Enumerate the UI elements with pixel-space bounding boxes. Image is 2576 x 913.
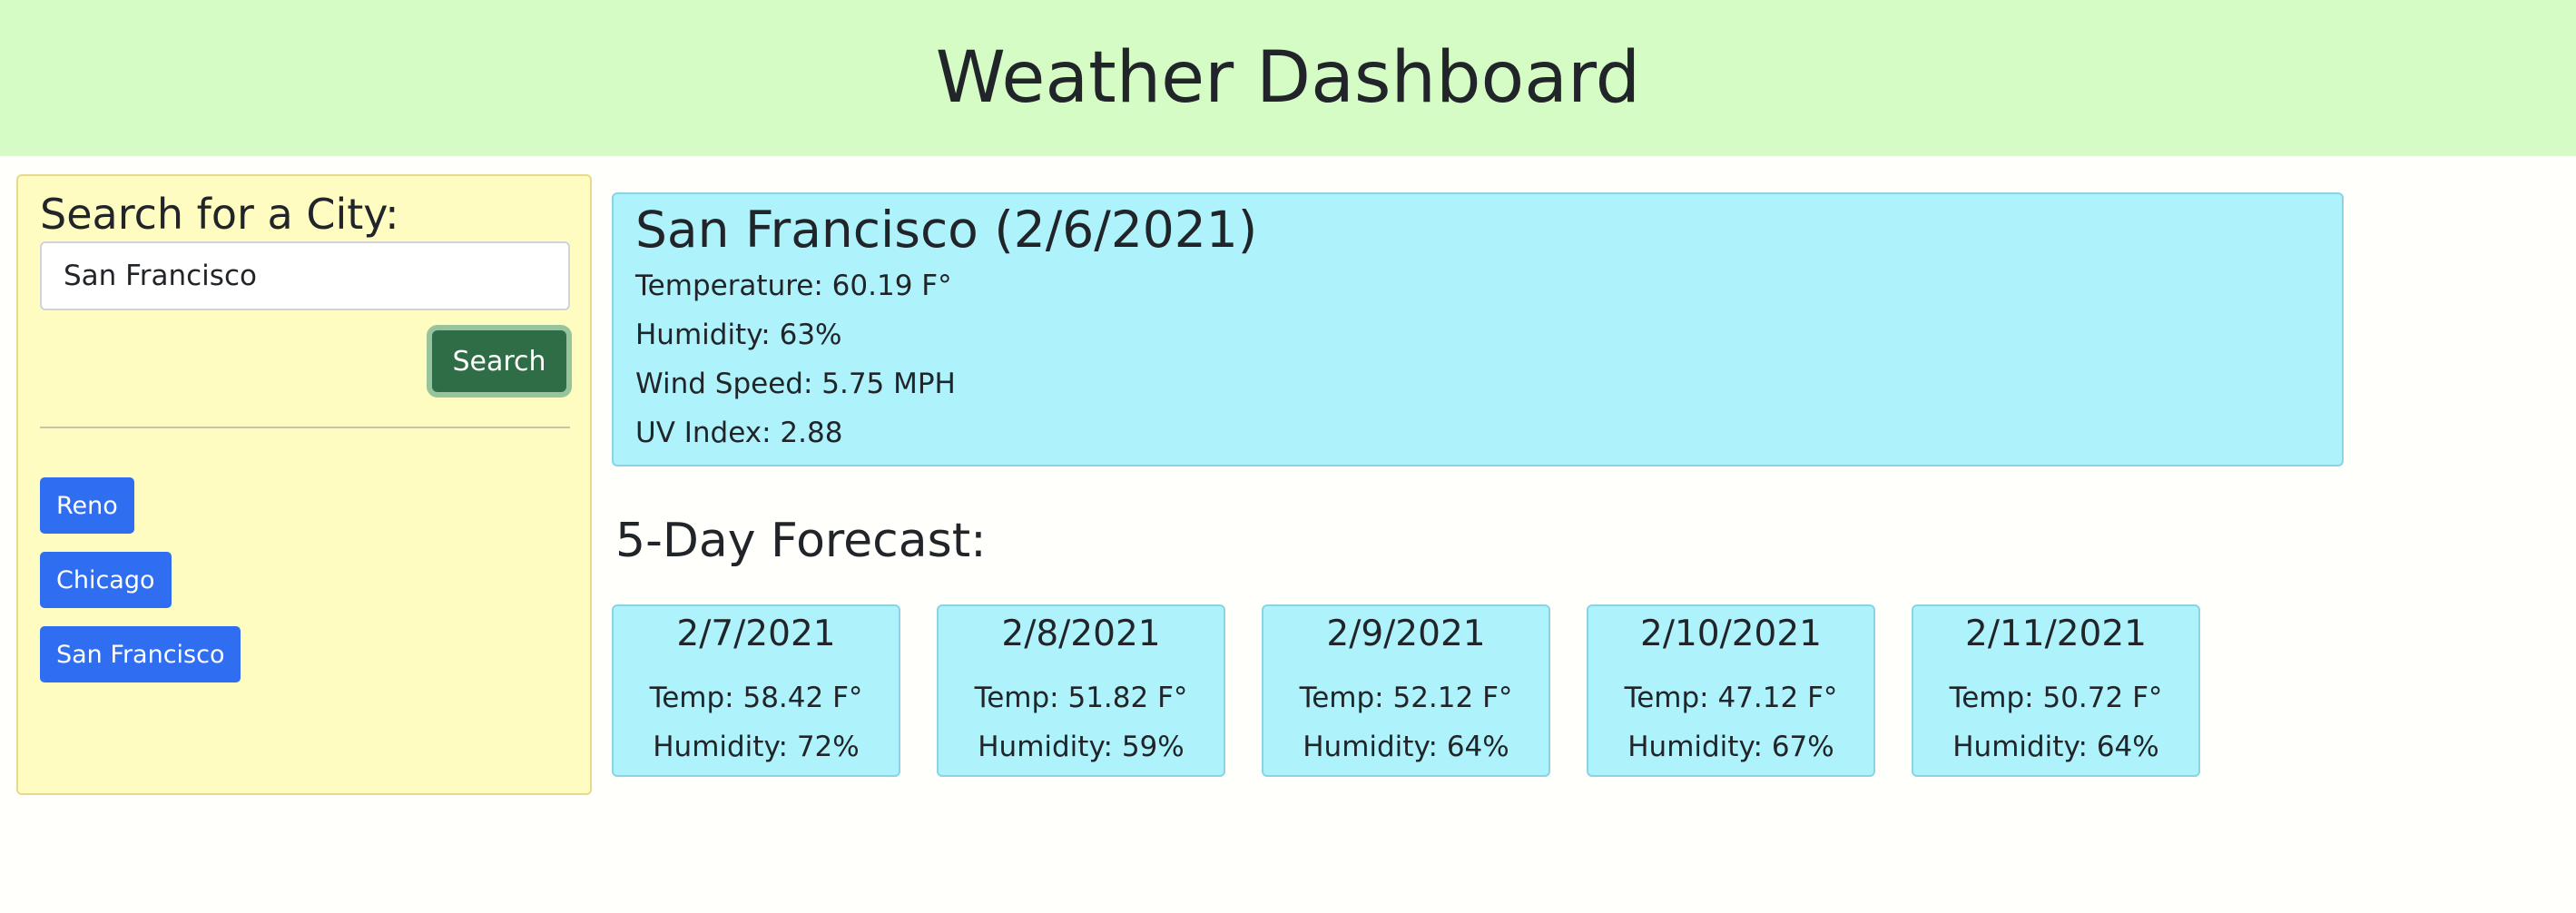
forecast-card: 2/11/2021 Temp: 50.72 F° Humidity: 64% [1912,604,2200,777]
forecast-temp: Temp: 52.12 F° [1299,682,1513,714]
forecast-card: 2/10/2021 Temp: 47.12 F° Humidity: 67% [1587,604,1875,777]
forecast-card: 2/9/2021 Temp: 52.12 F° Humidity: 64% [1262,604,1550,777]
forecast-humidity: Humidity: 59% [978,731,1185,763]
search-history-list: Reno Chicago San Francisco [40,477,241,701]
forecast-date: 2/10/2021 [1640,614,1822,654]
city-search-input[interactable] [40,241,570,310]
current-wind-speed: Wind Speed: 5.75 MPH [635,368,956,400]
page-title: Weather Dashboard [935,37,1641,119]
forecast-temp: Temp: 50.72 F° [1949,682,2163,714]
search-button[interactable]: Search [427,325,572,398]
forecast-temp: Temp: 47.12 F° [1624,682,1838,714]
current-uv-index: UV Index: 2.88 [635,417,843,449]
forecast-date: 2/11/2021 [1965,614,2147,654]
history-city-button[interactable]: Reno [40,477,134,534]
forecast-date: 2/9/2021 [1326,614,1486,654]
forecast-humidity: Humidity: 72% [653,731,860,763]
current-city-title: San Francisco (2/6/2021) [635,201,1258,259]
forecast-card: 2/8/2021 Temp: 51.82 F° Humidity: 59% [937,604,1225,777]
forecast-date: 2/8/2021 [1001,614,1161,654]
current-humidity: Humidity: 63% [635,319,842,351]
history-city-button[interactable]: Chicago [40,552,172,608]
page-header: Weather Dashboard [0,0,2576,156]
current-temperature: Temperature: 60.19 F° [635,270,952,302]
divider [40,427,570,428]
forecast-humidity: Humidity: 67% [1627,731,1834,763]
history-city-button[interactable]: San Francisco [40,626,241,682]
forecast-humidity: Humidity: 64% [1952,731,2159,763]
forecast-temp: Temp: 51.82 F° [974,682,1188,714]
forecast-humidity: Humidity: 64% [1303,731,1509,763]
forecast-date: 2/7/2021 [676,614,836,654]
forecast-temp: Temp: 58.42 F° [649,682,863,714]
forecast-title: 5-Day Forecast: [615,514,987,568]
current-weather-card: San Francisco (2/6/2021) Temperature: 60… [612,192,2344,466]
forecast-card: 2/7/2021 Temp: 58.42 F° Humidity: 72% [612,604,900,777]
search-panel: Search for a City: Search Reno Chicago S… [16,174,592,795]
